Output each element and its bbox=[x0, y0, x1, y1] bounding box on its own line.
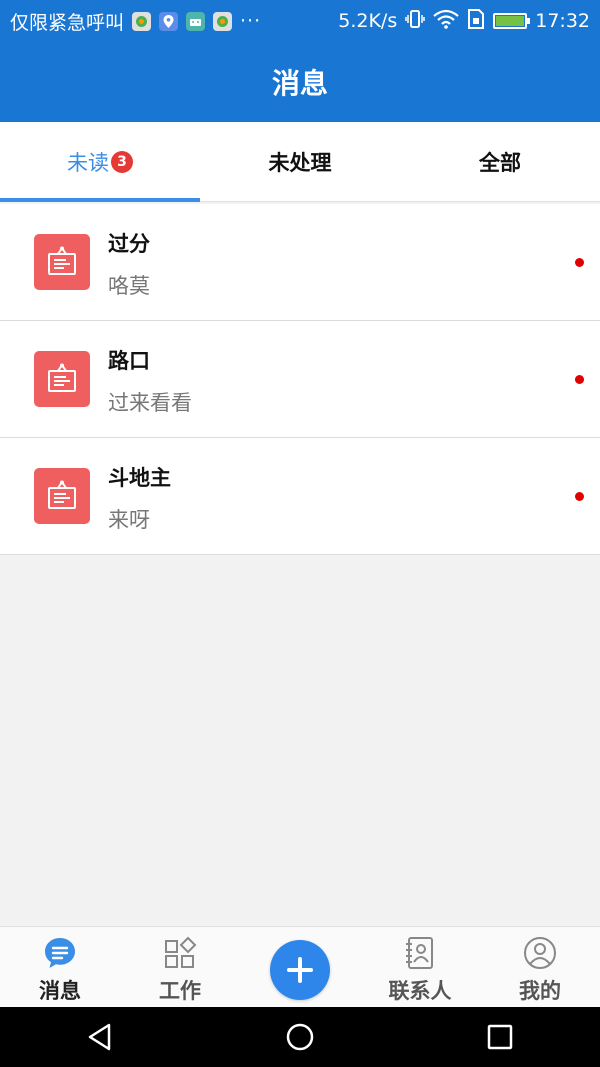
app-notification-icon bbox=[132, 11, 152, 31]
nav-contacts[interactable]: 联系人 bbox=[360, 927, 480, 1007]
unread-dot bbox=[575, 375, 584, 384]
nav-add[interactable] bbox=[240, 927, 360, 1007]
android-notification-icon bbox=[186, 11, 206, 31]
add-button[interactable] bbox=[270, 940, 330, 1000]
message-icon bbox=[42, 935, 78, 971]
message-preview: 咯莫 bbox=[108, 274, 150, 298]
tab-unread[interactable]: 未读 3 bbox=[0, 122, 200, 202]
vibrate-icon bbox=[405, 9, 425, 34]
clock: 17:32 bbox=[535, 10, 590, 32]
message-item[interactable]: 过分 咯莫 bbox=[0, 204, 600, 321]
notice-icon bbox=[34, 468, 90, 524]
sim-icon bbox=[467, 8, 485, 34]
status-bar-right: 5.2K/s 17:32 bbox=[338, 8, 590, 34]
nav-label: 联系人 bbox=[388, 979, 452, 1003]
apps-icon bbox=[162, 935, 198, 971]
back-button[interactable] bbox=[70, 1007, 130, 1067]
unread-dot bbox=[575, 258, 584, 267]
tab-bar: 未读 3 未处理 全部 bbox=[0, 122, 600, 202]
status-bar: 仅限紧急呼叫 ··· 5.2K/s 17:32 bbox=[0, 0, 600, 42]
tab-unprocessed[interactable]: 未处理 bbox=[200, 122, 400, 201]
carrier-text: 仅限紧急呼叫 bbox=[10, 11, 125, 34]
bottom-nav: 消息 工作 联系人 我的 bbox=[0, 926, 600, 1007]
notice-icon bbox=[34, 234, 90, 290]
unread-dot bbox=[575, 492, 584, 501]
wifi-icon bbox=[433, 9, 459, 34]
message-preview: 过来看看 bbox=[108, 391, 192, 415]
nav-work[interactable]: 工作 bbox=[120, 927, 240, 1007]
home-icon bbox=[286, 1023, 314, 1051]
message-title: 斗地主 bbox=[108, 466, 171, 490]
nav-messages[interactable]: 消息 bbox=[0, 927, 120, 1007]
tab-label: 未处理 bbox=[268, 150, 332, 175]
message-title: 过分 bbox=[108, 232, 150, 256]
network-speed: 5.2K/s bbox=[338, 10, 398, 32]
nav-profile[interactable]: 我的 bbox=[480, 927, 600, 1007]
message-title: 路口 bbox=[108, 349, 150, 373]
message-preview: 来呀 bbox=[108, 508, 150, 532]
unread-count-badge: 3 bbox=[111, 150, 133, 173]
tab-label: 全部 bbox=[479, 150, 521, 175]
tab-label: 未读 bbox=[67, 150, 109, 175]
system-nav-bar bbox=[0, 1007, 600, 1067]
tab-all[interactable]: 全部 bbox=[400, 122, 600, 201]
app-root: 仅限紧急呼叫 ··· 5.2K/s 17:32 消息 未读 3 未处理 全部 过… bbox=[0, 0, 600, 1067]
message-item[interactable]: 斗地主 来呀 bbox=[0, 438, 600, 555]
page-title: 消息 bbox=[271, 67, 328, 100]
nav-label: 工作 bbox=[159, 979, 201, 1003]
profile-icon bbox=[522, 935, 558, 971]
location-notification-icon bbox=[159, 11, 179, 31]
recents-button[interactable] bbox=[470, 1007, 530, 1067]
plus-icon bbox=[287, 957, 313, 983]
nav-label: 我的 bbox=[519, 979, 561, 1003]
app-notification-icon bbox=[213, 11, 233, 31]
notice-icon bbox=[34, 351, 90, 407]
battery-charging-icon bbox=[493, 13, 531, 29]
home-button[interactable] bbox=[270, 1007, 330, 1067]
recents-icon bbox=[487, 1024, 513, 1050]
message-list: 过分 咯莫 路口 过来看看 斗地主 来呀 bbox=[0, 204, 600, 555]
overflow-indicator: ··· bbox=[240, 10, 262, 32]
header: 消息 bbox=[0, 42, 600, 122]
nav-label: 消息 bbox=[39, 979, 81, 1003]
status-bar-left: 仅限紧急呼叫 ··· bbox=[10, 8, 261, 35]
contacts-icon bbox=[402, 935, 438, 971]
back-icon bbox=[88, 1023, 111, 1051]
message-item[interactable]: 路口 过来看看 bbox=[0, 321, 600, 438]
